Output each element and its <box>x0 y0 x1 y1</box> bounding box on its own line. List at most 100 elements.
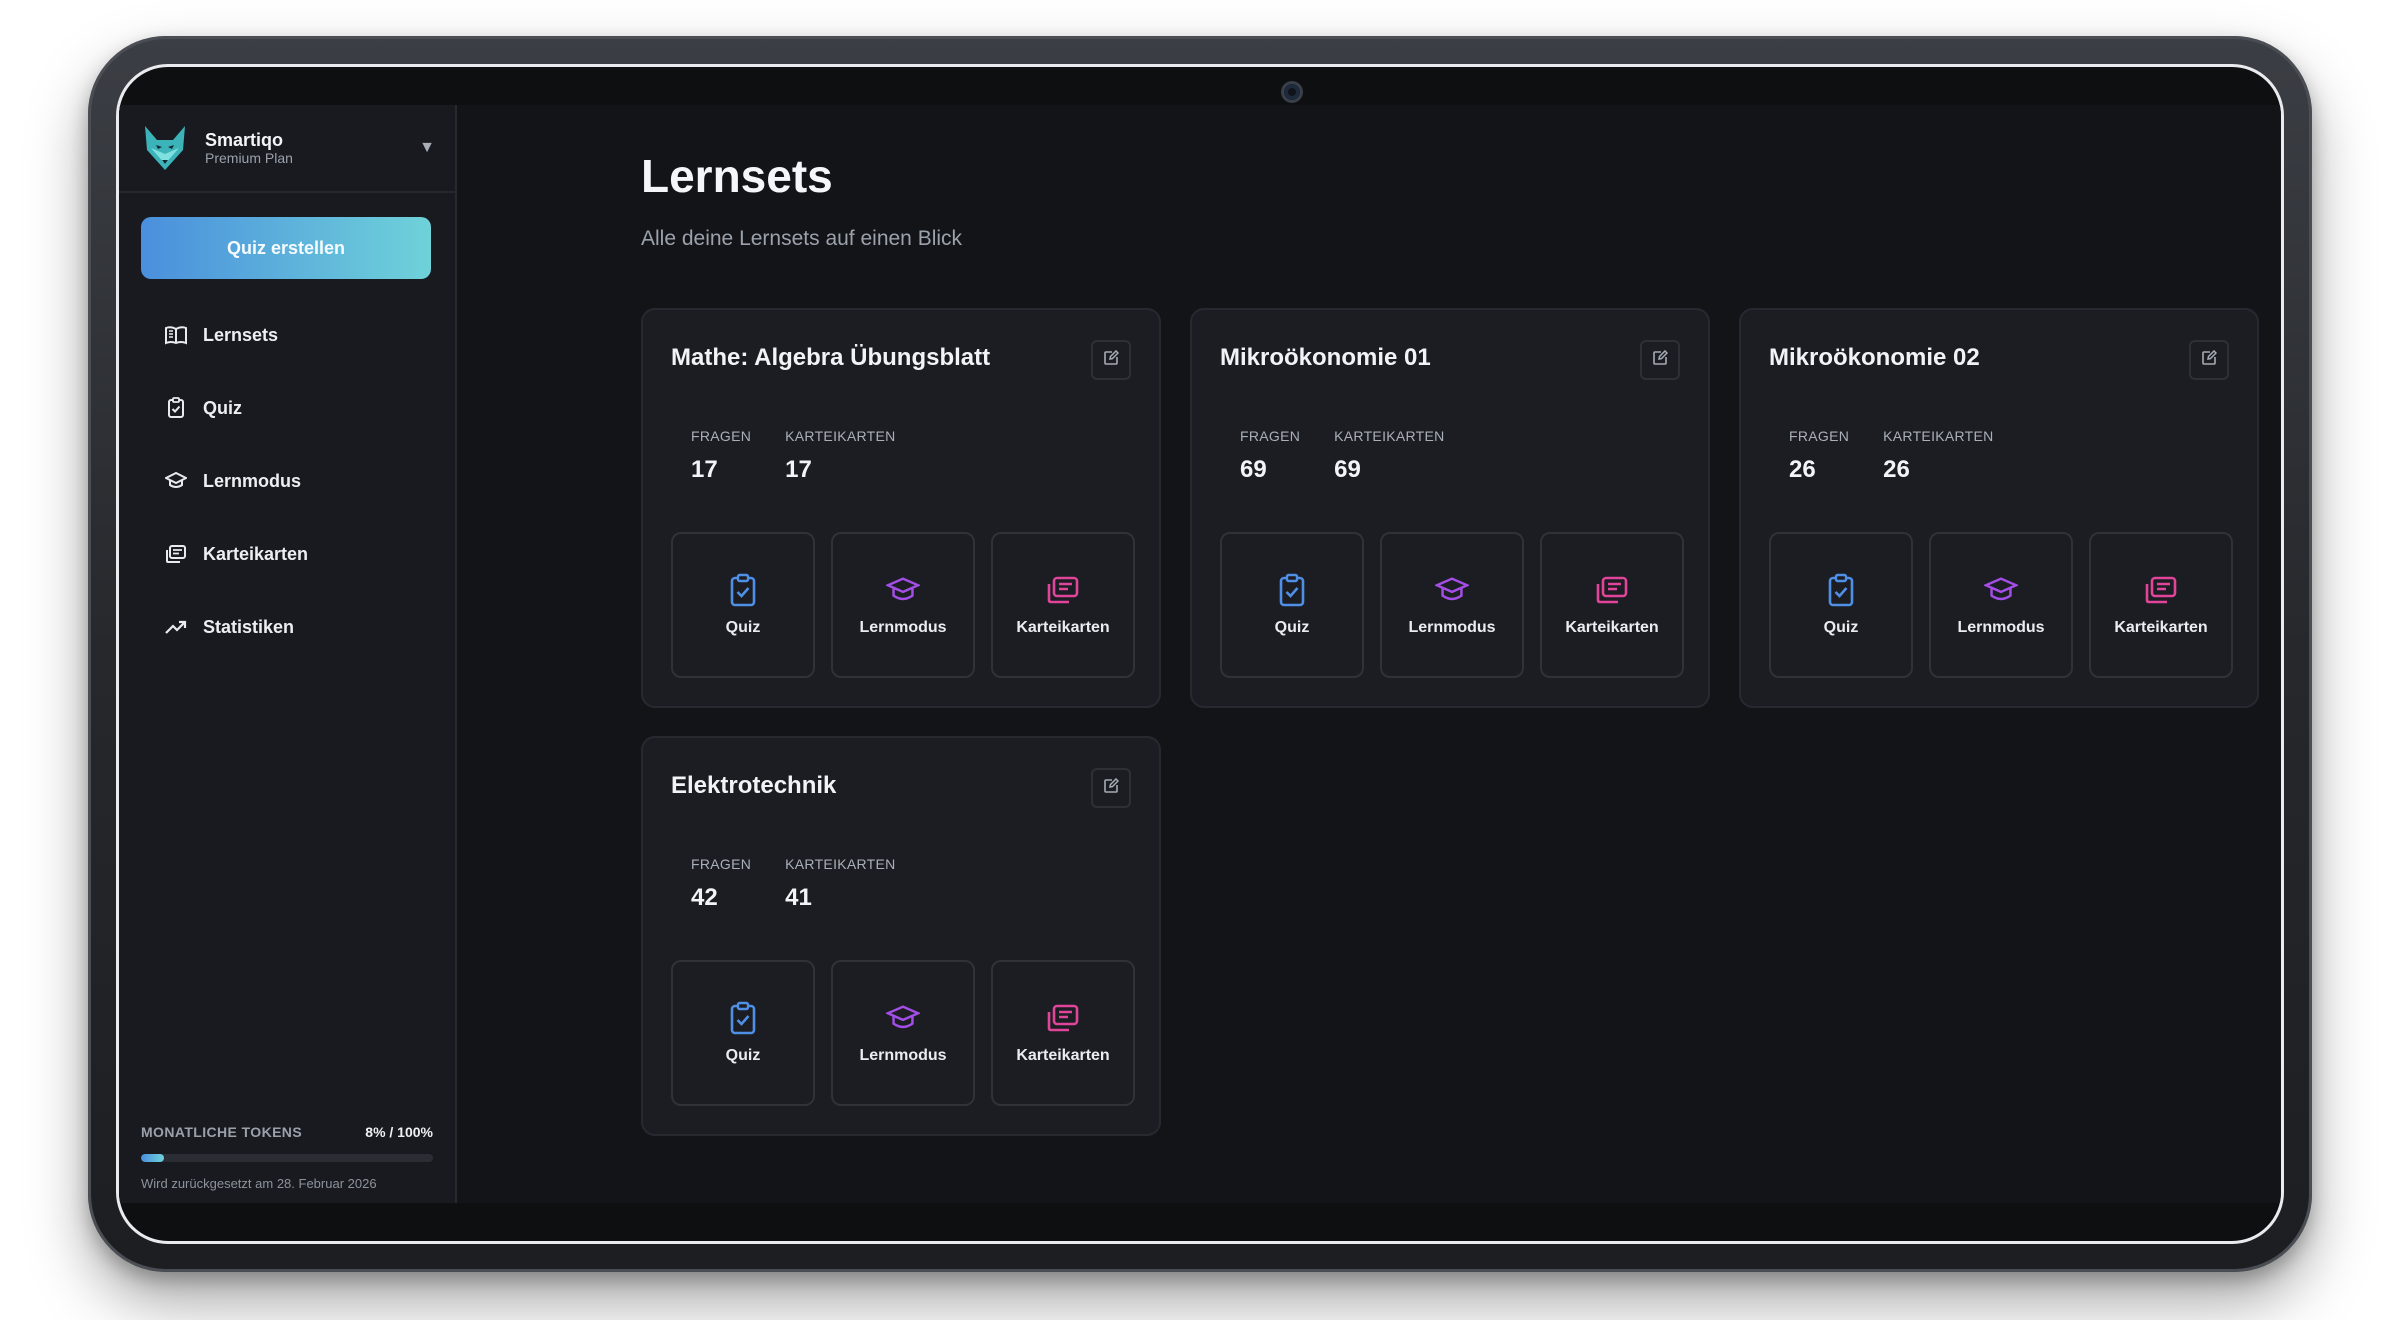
learnset-stats: FRAGEN 26 KARTEIKARTEN 26 <box>1789 428 2028 484</box>
edit-icon <box>2201 349 2218 371</box>
quiz-action-button[interactable]: Quiz <box>1220 532 1364 678</box>
clipboard-check-icon <box>726 573 760 607</box>
learnset-card[interactable]: Mikroökonomie 02 FRAGEN 26 KARTEIKARTEN … <box>1739 308 2259 708</box>
learnset-card[interactable]: Elektrotechnik FRAGEN 42 KARTEIKARTEN 41… <box>641 736 1161 1136</box>
page-title: Lernsets <box>641 150 833 202</box>
camera-icon <box>1284 84 1300 100</box>
sidebar-item-label: Statistiken <box>203 616 295 637</box>
learnset-stats: FRAGEN 17 KARTEIKARTEN 17 <box>691 428 930 484</box>
sidebar-item-lernmodus[interactable]: Lernmodus <box>141 455 433 507</box>
account-switcher[interactable]: Smartiqo Premium Plan ▼ <box>119 105 455 193</box>
edit-button[interactable] <box>2189 340 2229 380</box>
edit-icon <box>1103 349 1120 371</box>
stat-label-cards: KARTEIKARTEN <box>1334 428 1445 444</box>
learnset-title: Mathe: Algebra Übungsblatt <box>671 344 991 371</box>
sidebar-item-karteikarten[interactable]: Karteikarten <box>141 528 433 580</box>
stat-value-questions: 17 <box>691 456 718 483</box>
action-label: Lernmodus <box>1957 619 2045 636</box>
action-label: Quiz <box>1274 619 1310 636</box>
stat-label-cards: KARTEIKARTEN <box>1883 428 1994 444</box>
clipboard-check-icon <box>1824 573 1858 607</box>
stat-label-questions: FRAGEN <box>691 428 752 444</box>
sidebar-item-label: Quiz <box>203 397 242 418</box>
flashcards-action-button[interactable]: Karteikarten <box>1540 532 1684 678</box>
page-subtitle: Alle deine Lernsets auf einen Blick <box>641 227 963 250</box>
stat-value-cards: 69 <box>1334 456 1361 483</box>
clipboard-check-icon <box>726 1001 760 1035</box>
learn-mode-action-button[interactable]: Lernmodus <box>831 532 975 678</box>
cards-icon <box>1046 573 1080 607</box>
stat-label-cards: KARTEIKARTEN <box>785 856 896 872</box>
flashcards-action-button[interactable]: Karteikarten <box>991 960 1135 1106</box>
stat-value-questions: 42 <box>691 884 718 911</box>
learnset-card[interactable]: Mathe: Algebra Übungsblatt FRAGEN 17 KAR… <box>641 308 1161 708</box>
stat-value-questions: 69 <box>1240 456 1267 483</box>
learnset-actions: Quiz Lernmodus Karteikarten <box>671 960 1135 1106</box>
quiz-action-button[interactable]: Quiz <box>1769 532 1913 678</box>
learnset-stats: FRAGEN 42 KARTEIKARTEN 41 <box>691 856 930 912</box>
learnset-card[interactable]: Mikroökonomie 01 FRAGEN 69 KARTEIKARTEN … <box>1190 308 1710 708</box>
chevron-down-icon: ▼ <box>419 139 435 156</box>
graduation-cap-icon <box>165 470 187 492</box>
sidebar-nav: Lernsets Quiz Lernmodus Karteikarten Sta… <box>141 309 433 674</box>
graduation-cap-icon <box>1435 573 1469 607</box>
learnset-title: Mikroökonomie 02 <box>1769 344 1980 371</box>
stat-label-questions: FRAGEN <box>1789 428 1850 444</box>
action-label: Karteikarten <box>1016 619 1110 636</box>
clipboard-check-icon <box>1275 573 1309 607</box>
brand-name: Smartiqo <box>205 130 284 150</box>
action-label: Lernmodus <box>859 1047 947 1064</box>
token-usage: MONATLICHE TOKENS 8% / 100% Wird zurückg… <box>141 1124 433 1191</box>
stat-value-questions: 26 <box>1789 456 1816 483</box>
stat-label-cards: KARTEIKARTEN <box>785 428 896 444</box>
token-usage-value: 8% / 100% <box>365 1124 433 1140</box>
app-screen: Smartiqo Premium Plan ▼ Quiz erstellen L… <box>119 105 2281 1203</box>
learnset-stats: FRAGEN 69 KARTEIKARTEN 69 <box>1240 428 1479 484</box>
learn-mode-action-button[interactable]: Lernmodus <box>831 960 975 1106</box>
main-content: Lernsets Alle deine Lernsets auf einen B… <box>457 105 2281 1203</box>
sidebar: Smartiqo Premium Plan ▼ Quiz erstellen L… <box>119 105 457 1203</box>
edit-button[interactable] <box>1091 768 1131 808</box>
flashcards-action-button[interactable]: Karteikarten <box>991 532 1135 678</box>
create-quiz-button[interactable]: Quiz erstellen <box>141 217 431 279</box>
sidebar-item-statistiken[interactable]: Statistiken <box>141 601 433 653</box>
graduation-cap-icon <box>1984 573 2018 607</box>
clipboard-check-icon <box>165 397 187 419</box>
action-label: Karteikarten <box>1565 619 1659 636</box>
edit-icon <box>1652 349 1669 371</box>
learn-mode-action-button[interactable]: Lernmodus <box>1929 532 2073 678</box>
stat-value-cards: 17 <box>785 456 812 483</box>
action-label: Lernmodus <box>859 619 947 636</box>
token-usage-label: MONATLICHE TOKENS <box>141 1124 303 1140</box>
action-label: Lernmodus <box>1408 619 1496 636</box>
tablet-screen-bezel: Smartiqo Premium Plan ▼ Quiz erstellen L… <box>116 64 2284 1244</box>
cards-icon <box>165 543 187 565</box>
sidebar-item-lernsets[interactable]: Lernsets <box>141 309 433 361</box>
flashcards-action-button[interactable]: Karteikarten <box>2089 532 2233 678</box>
stat-value-cards: 26 <box>1883 456 1910 483</box>
plan-name: Premium Plan <box>205 150 293 166</box>
action-label: Karteikarten <box>1016 1047 1110 1064</box>
graduation-cap-icon <box>886 1001 920 1035</box>
action-label: Quiz <box>725 1047 761 1064</box>
book-open-icon <box>165 324 187 346</box>
edit-button[interactable] <box>1640 340 1680 380</box>
quiz-action-button[interactable]: Quiz <box>671 960 815 1106</box>
token-progress-fill <box>141 1154 165 1162</box>
learnset-actions: Quiz Lernmodus Karteikarten <box>671 532 1135 678</box>
cards-icon <box>1595 573 1629 607</box>
stat-label-questions: FRAGEN <box>1240 428 1301 444</box>
sidebar-item-label: Lernsets <box>203 324 279 345</box>
fox-logo-icon <box>145 126 185 170</box>
learn-mode-action-button[interactable]: Lernmodus <box>1380 532 1524 678</box>
stat-label-questions: FRAGEN <box>691 856 752 872</box>
token-progress-bar <box>141 1154 433 1162</box>
edit-button[interactable] <box>1091 340 1131 380</box>
sidebar-item-quiz[interactable]: Quiz <box>141 382 433 434</box>
trending-up-icon <box>165 616 187 638</box>
quiz-action-button[interactable]: Quiz <box>671 532 815 678</box>
tablet-frame: Smartiqo Premium Plan ▼ Quiz erstellen L… <box>88 36 2312 1272</box>
cards-icon <box>2144 573 2178 607</box>
action-label: Karteikarten <box>2114 619 2208 636</box>
cards-icon <box>1046 1001 1080 1035</box>
